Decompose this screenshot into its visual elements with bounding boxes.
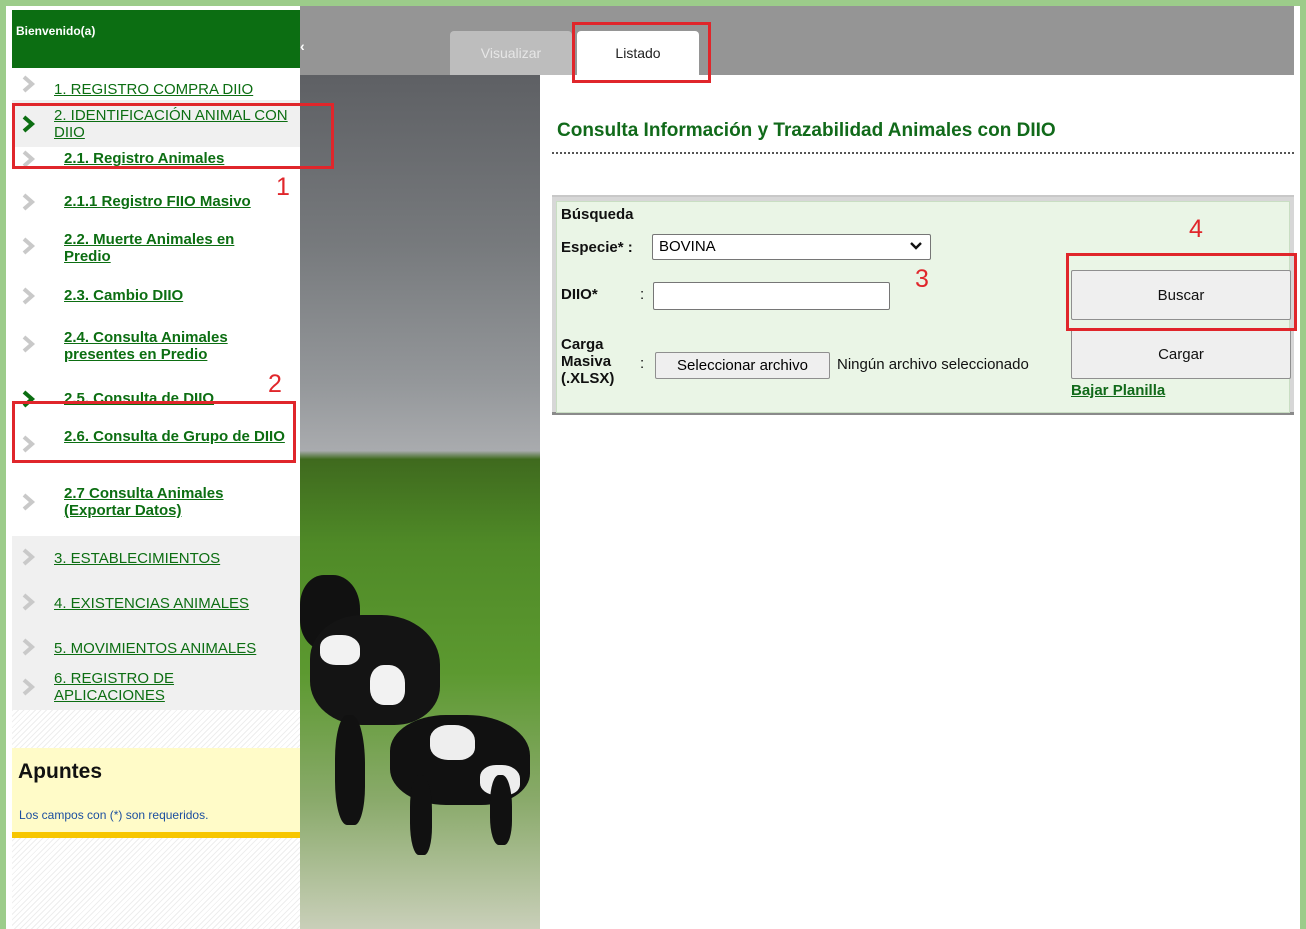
chevron-right-icon (22, 593, 36, 611)
notes-panel: Apuntes Los campos con (*) son requerido… (12, 748, 300, 838)
welcome-header: Bienvenido(a) (12, 10, 300, 68)
sidebar-item-label: 2.2. Muerte Animales en Predio (64, 231, 235, 265)
search-section-label: Búsqueda (561, 206, 634, 223)
chevron-right-icon (22, 548, 36, 566)
chevron-right-icon (22, 193, 36, 211)
chevron-right-icon (22, 638, 36, 656)
notes-text: Los campos con (*) son requeridos. (19, 808, 209, 822)
sidebar-item-registro-aplicaciones[interactable]: 6. REGISTRO DE APLICACIONES (12, 670, 300, 710)
bulk-upload-label-3: (.XLSX) (561, 370, 615, 387)
annotation-box-submenu (12, 401, 296, 463)
annotation-box-tab (572, 22, 711, 83)
sidebar-item-label: 3. ESTABLECIMIENTOS (54, 550, 221, 567)
species-value: BOVINA (659, 238, 716, 255)
sidebar-item-label: 2.7 Consulta Animales (Exportar Datos) (64, 485, 224, 519)
title-divider (552, 152, 1294, 154)
choose-file-button[interactable]: Seleccionar archivo (655, 352, 830, 379)
chevron-right-icon (22, 287, 36, 305)
chevron-right-icon (22, 678, 36, 696)
chevron-right-icon (22, 335, 36, 353)
annotation-box-menu (12, 103, 334, 169)
sidebar-item-label: 5. MOVIMIENTOS ANIMALES (54, 640, 257, 657)
sidebar-item-registro-fiio-masivo[interactable]: 2.1.1 Registro FIIO Masivo (12, 187, 300, 227)
chevron-right-icon (22, 493, 36, 511)
diio-label: DIIO* (561, 286, 598, 303)
annotation-number-2: 2 (268, 370, 282, 398)
file-status-text: Ningún archivo seleccionado (837, 356, 1029, 373)
annotation-number-1: 1 (276, 173, 290, 201)
species-label: Especie* : (561, 239, 633, 256)
sidebar-item-consulta-animales-predio[interactable]: 2.4. Consulta Animales presentes en Pred… (12, 323, 300, 379)
page-title: Consulta Información y Trazabilidad Anim… (557, 120, 1056, 141)
sidebar-item-consulta-animales-exportar[interactable]: 2.7 Consulta Animales (Exportar Datos) (12, 477, 300, 536)
chevron-down-icon (910, 242, 922, 250)
species-select[interactable]: BOVINA (652, 234, 931, 260)
background-pasture-image (300, 75, 540, 929)
sidebar-item-cambio-diio[interactable]: 2.3. Cambio DIIO (12, 283, 300, 323)
bulk-upload-label-2: Masiva (561, 353, 612, 370)
download-template-link[interactable]: Bajar Planilla (1071, 382, 1165, 399)
annotation-number-4: 4 (1189, 215, 1203, 243)
diio-colon: : (640, 286, 645, 303)
tab-visualizar[interactable]: Visualizar (450, 31, 572, 75)
sidebar-item-registro-compra[interactable]: 1. REGISTRO COMPRA DIIO (12, 68, 300, 100)
sidebar-item-label: 2.1.1 Registro FIIO Masivo (64, 193, 251, 210)
annotation-number-3: 3 (915, 265, 929, 293)
collapse-sidebar-icon[interactable]: ‹ (300, 38, 305, 54)
diio-input[interactable] (653, 282, 890, 310)
sidebar-item-establecimientos[interactable]: 3. ESTABLECIMIENTOS (12, 536, 300, 581)
sidebar-item-label: 2.4. Consulta Animales presentes en Pred… (64, 329, 228, 363)
sidebar-item-label: 6. REGISTRO DE APLICACIONES (54, 670, 175, 704)
annotation-box-search (1066, 253, 1297, 331)
sidebar-item-movimientos-animales[interactable]: 5. MOVIMIENTOS ANIMALES (12, 626, 300, 670)
chevron-right-icon (22, 75, 36, 93)
upload-button[interactable]: Cargar (1071, 329, 1291, 379)
bulk-colon: : (640, 355, 645, 372)
sidebar-item-label: 4. EXISTENCIAS ANIMALES (54, 595, 250, 612)
notes-title: Apuntes (18, 760, 102, 783)
bulk-upload-label-1: Carga (561, 336, 604, 353)
sidebar-item-muerte-animales[interactable]: 2.2. Muerte Animales en Predio (12, 227, 300, 283)
sidebar-item-label: 2.3. Cambio DIIO (64, 287, 184, 304)
sidebar-item-label: 1. REGISTRO COMPRA DIIO (54, 81, 254, 98)
chevron-right-icon (22, 237, 36, 255)
sidebar-item-existencias-animales[interactable]: 4. EXISTENCIAS ANIMALES (12, 581, 300, 626)
